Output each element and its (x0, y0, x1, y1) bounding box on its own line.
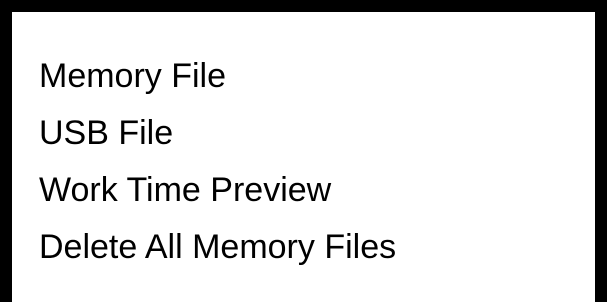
menu-item-work-time-preview[interactable]: Work Time Preview (39, 162, 396, 219)
file-menu-list: Memory File USB File Work Time Preview D… (39, 48, 396, 276)
menu-item-usb-file[interactable]: USB File (39, 105, 396, 162)
menu-item-delete-all-memory-files[interactable]: Delete All Memory Files (39, 219, 396, 276)
menu-item-memory-file[interactable]: Memory File (39, 48, 396, 105)
lcd-menu-screen: Memory File USB File Work Time Preview D… (0, 0, 607, 302)
